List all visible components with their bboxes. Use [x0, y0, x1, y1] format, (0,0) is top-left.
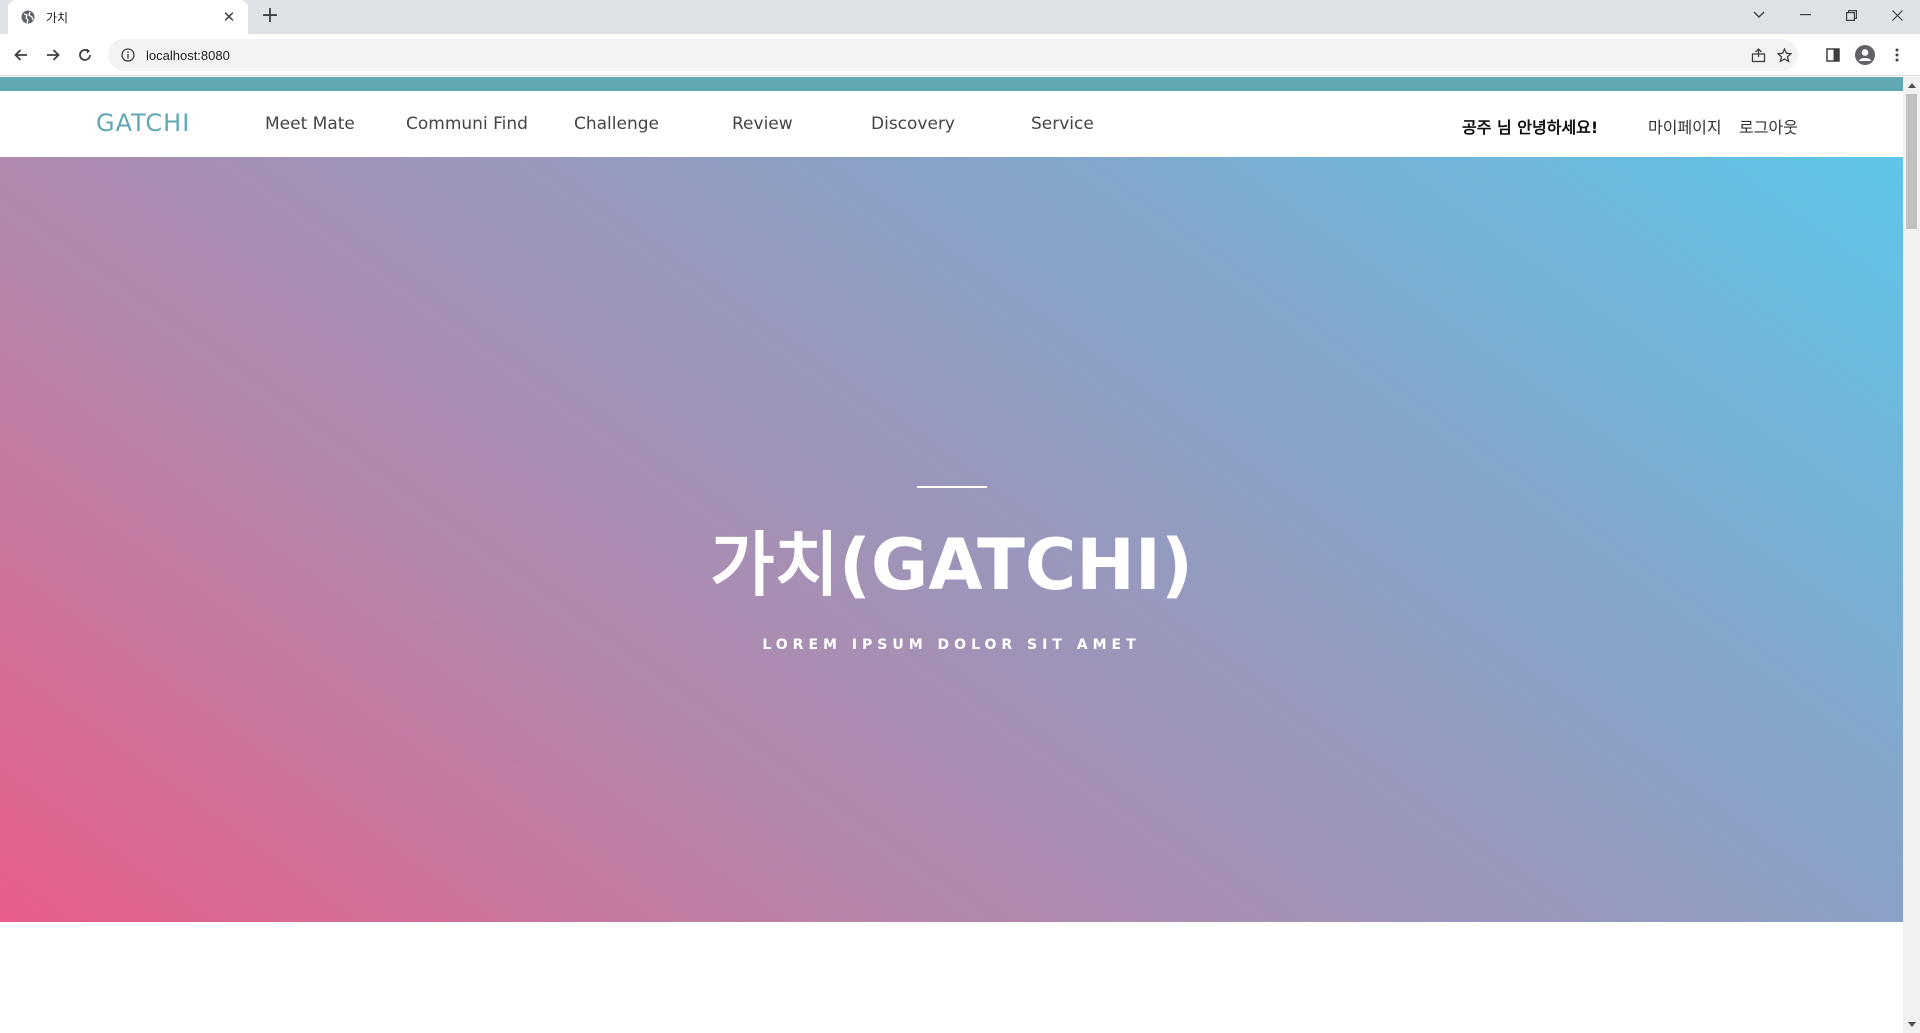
nav-meet-mate[interactable]: Meet Mate — [265, 114, 355, 134]
page-viewport: GATCHI Meet Mate Communi Find Challenge … — [0, 77, 1903, 1033]
browser-menu-icon[interactable] — [1884, 42, 1910, 68]
nav-discovery[interactable]: Discovery — [871, 114, 955, 134]
reload-icon[interactable] — [72, 42, 98, 68]
browser-toolbar: localhost:8080 — [0, 34, 1920, 76]
nav-communi-find[interactable]: Communi Find — [406, 114, 528, 134]
close-window-icon[interactable] — [1874, 0, 1920, 30]
hero-subtitle-wrap: LOREM IPSUM DOLOR SIT AMET — [0, 634, 1903, 653]
hero-subtitle: LOREM IPSUM DOLOR SIT AMET — [762, 637, 1141, 653]
site-header: GATCHI Meet Mate Communi Find Challenge … — [0, 91, 1903, 157]
mypage-link[interactable]: 마이페이지 — [1648, 114, 1722, 138]
site-logo[interactable]: GATCHI — [96, 109, 190, 137]
scroll-down-arrow-icon[interactable] — [1903, 1016, 1920, 1033]
forward-arrow-icon[interactable] — [40, 42, 66, 68]
restore-icon[interactable] — [1828, 0, 1874, 30]
nav-challenge[interactable]: Challenge — [574, 114, 659, 134]
hero-banner: 가치(GATCHI) LOREM IPSUM DOLOR SIT AMET — [0, 157, 1903, 922]
side-panel-icon[interactable] — [1820, 42, 1846, 68]
page-scrollbar[interactable] — [1903, 77, 1920, 1033]
accent-top-bar — [0, 77, 1903, 91]
user-greeting: 공주 님 안녕하세요! — [1462, 118, 1599, 137]
tab-title: 가치 — [46, 10, 69, 25]
hero-divider — [917, 486, 987, 488]
scroll-up-arrow-icon[interactable] — [1903, 77, 1920, 94]
share-icon[interactable] — [1744, 39, 1772, 71]
hero-title: 가치(GATCHI) — [710, 524, 1193, 606]
scrollbar-thumb[interactable] — [1906, 94, 1917, 229]
url-text: localhost:8080 — [146, 47, 230, 63]
address-bar[interactable]: localhost:8080 — [108, 39, 1798, 71]
nav-service[interactable]: Service — [1031, 114, 1094, 134]
minimize-icon[interactable] — [1782, 0, 1828, 30]
bookmark-star-icon[interactable] — [1770, 39, 1798, 71]
profile-avatar-icon[interactable] — [1852, 42, 1878, 68]
close-tab-icon[interactable]: ✕ — [220, 8, 238, 26]
site-info-icon[interactable] — [120, 47, 136, 63]
logout-link[interactable]: 로그아웃 — [1739, 114, 1798, 138]
nav-review[interactable]: Review — [732, 114, 793, 134]
back-arrow-icon[interactable] — [8, 42, 34, 68]
browser-tab[interactable]: 가치 ✕ — [8, 0, 248, 34]
globe-icon — [20, 9, 36, 25]
new-tab-button[interactable]: + — [258, 5, 282, 29]
browser-tabstrip: 가치 ✕ + — [0, 0, 1920, 34]
tab-search-icon[interactable] — [1736, 0, 1782, 30]
